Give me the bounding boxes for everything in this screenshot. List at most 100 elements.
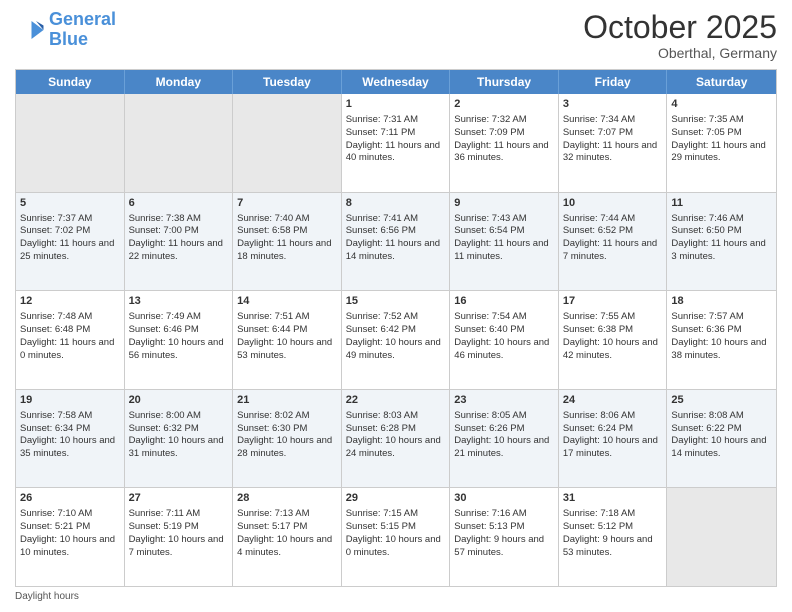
daylight-text: Daylight: 11 hours and 32 minutes. [563, 140, 663, 166]
day-number: 25 [671, 393, 772, 408]
sunset-text: Sunset: 6:36 PM [671, 324, 772, 337]
calendar-cell: 8 Sunrise: 7:41 AMSunset: 6:56 PMDaylight… [342, 193, 451, 291]
sunrise-text: Sunrise: 7:10 AM [20, 508, 120, 521]
daylight-text: Daylight: 10 hours and 7 minutes. [129, 534, 229, 560]
sunset-text: Sunset: 7:09 PM [454, 127, 554, 140]
sunset-text: Sunset: 5:13 PM [454, 521, 554, 534]
sunset-text: Sunset: 6:50 PM [671, 225, 772, 238]
title-block: October 2025 Oberthal, Germany [583, 10, 777, 61]
location: Oberthal, Germany [583, 45, 777, 61]
calendar-header: SundayMondayTuesdayWednesdayThursdayFrid… [16, 70, 776, 94]
sunrise-text: Sunrise: 7:58 AM [20, 410, 120, 423]
day-number: 20 [129, 393, 229, 408]
daylight-text: Daylight: 10 hours and 14 minutes. [671, 435, 772, 461]
calendar-cell: 16Sunrise: 7:54 AMSunset: 6:40 PMDayligh… [450, 291, 559, 389]
calendar-cell: 24Sunrise: 8:06 AMSunset: 6:24 PMDayligh… [559, 390, 668, 488]
day-number: 26 [20, 491, 120, 506]
calendar-cell: 3Sunrise: 7:34 AMSunset: 7:07 PMDaylight… [559, 94, 668, 192]
daylight-text: Daylight: 10 hours and 4 minutes. [237, 534, 337, 560]
calendar-cell: 26Sunrise: 7:10 AMSunset: 5:21 PMDayligh… [16, 488, 125, 586]
calendar-cell: 29Sunrise: 7:15 AMSunset: 5:15 PMDayligh… [342, 488, 451, 586]
sunrise-text: Sunrise: 8:05 AM [454, 410, 554, 423]
calendar-cell: 30Sunrise: 7:16 AMSunset: 5:13 PMDayligh… [450, 488, 559, 586]
sunset-text: Sunset: 6:48 PM [20, 324, 120, 337]
day-number: 15 [346, 294, 446, 309]
month-title: October 2025 [583, 10, 777, 45]
day-of-week-tuesday: Tuesday [233, 70, 342, 94]
calendar-cell: 31Sunrise: 7:18 AMSunset: 5:12 PMDayligh… [559, 488, 668, 586]
day-of-week-sunday: Sunday [16, 70, 125, 94]
calendar-cell [667, 488, 776, 586]
day-number: 27 [129, 491, 229, 506]
sunset-text: Sunset: 5:12 PM [563, 521, 663, 534]
sunrise-text: Sunrise: 7:52 AM [346, 311, 446, 324]
calendar-week-2: 5Sunrise: 7:37 AMSunset: 7:02 PMDaylight… [16, 193, 776, 292]
sunset-text: Sunset: 6:34 PM [20, 423, 120, 436]
sunrise-text: Sunrise: 7:49 AM [129, 311, 229, 324]
sunset-text: Sunset: 6:26 PM [454, 423, 554, 436]
calendar-week-1: 1Sunrise: 7:31 AMSunset: 7:11 PMDaylight… [16, 94, 776, 193]
calendar-cell: 22Sunrise: 8:03 AMSunset: 6:28 PMDayligh… [342, 390, 451, 488]
daylight-text: Daylight: 11 hours and 25 minutes. [20, 238, 120, 264]
day-number: 23 [454, 393, 554, 408]
daylight-text: Daylight: 9 hours and 53 minutes. [563, 534, 663, 560]
calendar-cell: 25Sunrise: 8:08 AMSunset: 6:22 PMDayligh… [667, 390, 776, 488]
sunrise-text: Sunrise: 7:41 AM [346, 213, 446, 226]
sunrise-text: Sunrise: 7:35 AM [671, 114, 772, 127]
sunrise-text: Sunrise: 7:57 AM [671, 311, 772, 324]
sunrise-text: Sunrise: 7:54 AM [454, 311, 554, 324]
sunrise-text: Sunrise: 7:40 AM [237, 213, 337, 226]
daylight-text: Daylight: 10 hours and 24 minutes. [346, 435, 446, 461]
calendar-cell: 27Sunrise: 7:11 AMSunset: 5:19 PMDayligh… [125, 488, 234, 586]
calendar-cell: 1Sunrise: 7:31 AMSunset: 7:11 PMDaylight… [342, 94, 451, 192]
sunrise-text: Sunrise: 7:38 AM [129, 213, 229, 226]
calendar-cell [125, 94, 234, 192]
logo: General Blue [15, 10, 116, 50]
day-number: 7 [237, 196, 337, 211]
calendar-cell: 19Sunrise: 7:58 AMSunset: 6:34 PMDayligh… [16, 390, 125, 488]
day-number: 5 [20, 196, 120, 211]
day-number: 10 [563, 196, 663, 211]
day-number: 22 [346, 393, 446, 408]
logo-icon [15, 15, 45, 45]
calendar-week-3: 12Sunrise: 7:48 AMSunset: 6:48 PMDayligh… [16, 291, 776, 390]
daylight-text: Daylight: 10 hours and 17 minutes. [563, 435, 663, 461]
sunrise-text: Sunrise: 7:48 AM [20, 311, 120, 324]
day-number: 8 [346, 196, 446, 211]
sunset-text: Sunset: 6:52 PM [563, 225, 663, 238]
sunset-text: Sunset: 6:56 PM [346, 225, 446, 238]
day-number: 24 [563, 393, 663, 408]
day-number: 28 [237, 491, 337, 506]
sunset-text: Sunset: 6:58 PM [237, 225, 337, 238]
daylight-text: Daylight: 10 hours and 21 minutes. [454, 435, 554, 461]
sunset-text: Sunset: 6:46 PM [129, 324, 229, 337]
calendar-cell: 4Sunrise: 7:35 AMSunset: 7:05 PMDaylight… [667, 94, 776, 192]
daylight-text: Daylight: 10 hours and 0 minutes. [346, 534, 446, 560]
calendar-cell: 12Sunrise: 7:48 AMSunset: 6:48 PMDayligh… [16, 291, 125, 389]
sunset-text: Sunset: 6:22 PM [671, 423, 772, 436]
sunset-text: Sunset: 7:11 PM [346, 127, 446, 140]
sunrise-text: Sunrise: 7:46 AM [671, 213, 772, 226]
calendar-cell: 10Sunrise: 7:44 AMSunset: 6:52 PMDayligh… [559, 193, 668, 291]
daylight-text: Daylight: 11 hours and 3 minutes. [671, 238, 772, 264]
calendar-week-5: 26 Sunrise: 7:10 AMSunset: 5:21 PM Dayligh… [16, 488, 776, 586]
calendar-cell: 20Sunrise: 8:00 AMSunset: 6:32 PMDayligh… [125, 390, 234, 488]
day-of-week-saturday: Saturday [667, 70, 776, 94]
logo-line1: General [49, 9, 116, 29]
sunrise-text: Sunrise: 7:44 AM [563, 213, 663, 226]
day-of-week-friday: Friday [559, 70, 668, 94]
daylight-text: Daylight: 11 hours and 14 minutes. [346, 238, 446, 264]
sunset-text: Sunset: 5:21 PM [20, 521, 120, 534]
calendar-cell: 5Sunrise: 7:37 AMSunset: 7:02 PMDaylight… [16, 193, 125, 291]
day-number: 21 [237, 393, 337, 408]
sunrise-text: Sunrise: 8:00 AM [129, 410, 229, 423]
daylight-text: Daylight: 10 hours and 42 minutes. [563, 337, 663, 363]
sunrise-text: Sunrise: 7:32 AM [454, 114, 554, 127]
daylight-text: Daylight: 10 hours and 49 minutes. [346, 337, 446, 363]
sunrise-text: Sunrise: 7:18 AM [563, 508, 663, 521]
daylight-text: Daylight: 10 hours and 35 minutes. [20, 435, 120, 461]
calendar-cell: 9Sunrise: 7:43 AMSunset: 6:54 PMDaylight… [450, 193, 559, 291]
sunrise-text: Sunrise: 8:02 AM [237, 410, 337, 423]
calendar-cell: 17Sunrise: 7:55 AMSunset: 6:38 PMDayligh… [559, 291, 668, 389]
sunrise-text: Sunrise: 7:37 AM [20, 213, 120, 226]
